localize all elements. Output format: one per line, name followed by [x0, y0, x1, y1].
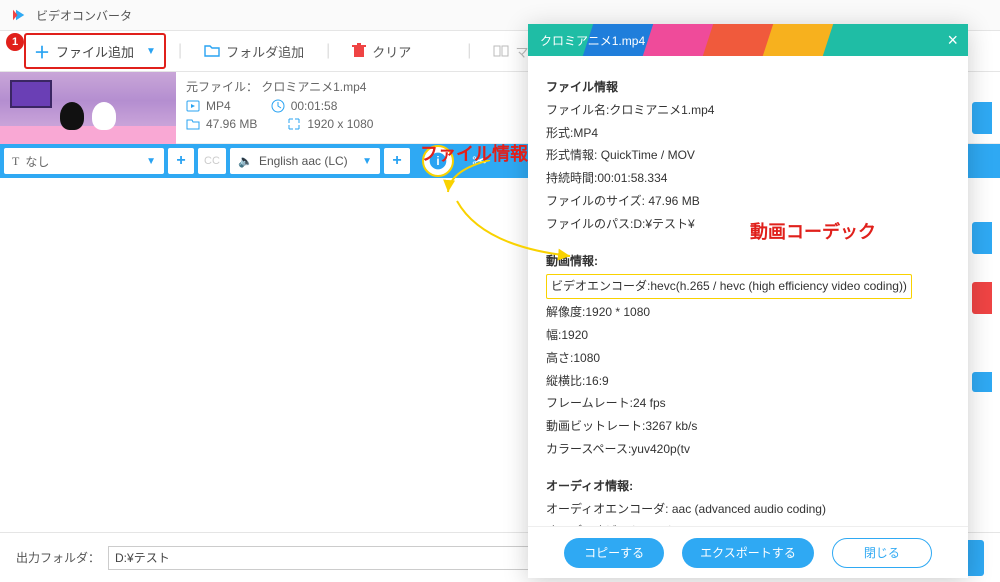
app-logo-icon	[10, 6, 28, 24]
folder-icon	[204, 43, 220, 59]
subtitle-select[interactable]: T なし ▼	[4, 148, 164, 174]
aencoder-value: aac (advanced audio coding)	[672, 502, 826, 516]
vbitrate-label: 動画ビットレート:	[546, 419, 645, 433]
panel-title: クロミアニメ1.mp4	[540, 32, 645, 49]
add-folder-label: フォルダ追加	[226, 42, 304, 61]
merge-icon	[493, 43, 509, 59]
source-file-name: クロミアニメ1.mp4	[261, 80, 366, 94]
panel-footer: コピーする エクスポートする 閉じる	[528, 526, 968, 578]
video-encoder-row: ビデオエンコーダ:hevc(h.265 / hevc (high efficie…	[546, 274, 912, 299]
clear-label: クリア	[372, 42, 411, 61]
resolution-label: 解像度:	[546, 305, 585, 319]
duration-value: 00:01:58	[291, 99, 338, 113]
width-label: 幅:	[546, 328, 561, 342]
copy-label: コピーする	[584, 544, 644, 561]
encoder-label: ビデオエンコーダ:	[551, 279, 650, 293]
side-tab[interactable]	[972, 102, 992, 134]
abitrate-label: オーディオビットレート:	[546, 524, 681, 526]
duration-value: 00:01:58.334	[597, 171, 667, 185]
fps-label: フレームレート:	[546, 396, 633, 410]
format-icon	[186, 99, 200, 113]
format-label: 形式:	[546, 126, 573, 140]
add-file-label: ファイル追加	[56, 42, 134, 61]
side-tab[interactable]	[972, 372, 992, 392]
side-tab-4k[interactable]	[972, 282, 992, 314]
filesize-label: ファイルのサイズ:	[546, 194, 645, 208]
vbitrate-value: 3267 kb/s	[645, 419, 697, 433]
add-file-button[interactable]: 1 ＋ ファイル追加 ▼	[24, 33, 166, 69]
panel-header: クロミアニメ1.mp4 ×	[528, 24, 968, 56]
clear-button[interactable]: クリア	[342, 36, 421, 67]
video-thumbnail[interactable]	[0, 72, 176, 144]
filesize-value: 47.96 MB	[648, 194, 699, 208]
output-folder-input[interactable]	[108, 546, 538, 570]
source-file-label: 元ファイル：	[186, 80, 258, 94]
app-title: ビデオコンバータ	[36, 7, 132, 24]
filepath-value: D:¥テスト¥	[633, 217, 694, 231]
audio-track-select[interactable]: 🔈 English aac (LC) ▼	[230, 148, 380, 174]
format-value: MP4	[573, 126, 598, 140]
width-value: 1920	[561, 328, 588, 342]
file-info-panel: クロミアニメ1.mp4 × ファイル情報 ファイル名:クロミアニメ1.mp4 形…	[528, 24, 968, 578]
duration-label: 持続時間:	[546, 171, 597, 185]
cc-button[interactable]: CC	[198, 148, 226, 174]
close-label: 閉じる	[864, 544, 900, 561]
add-folder-button[interactable]: フォルダ追加	[194, 36, 314, 67]
trash-icon	[352, 43, 366, 59]
size-value: 47.96 MB	[206, 117, 257, 131]
aspect-value: 16:9	[585, 374, 608, 388]
colorspace-label: カラースペース:	[546, 442, 631, 456]
plus-icon: ＋	[34, 39, 50, 63]
cut-icon[interactable]: ✂	[472, 151, 487, 172]
aspect-label: 縦横比:	[546, 374, 585, 388]
export-label: エクスポートする	[700, 544, 796, 561]
file-info-button[interactable]: i	[422, 145, 454, 177]
colorspace-value: yuv420p(tv	[631, 442, 690, 456]
svg-text:i: i	[436, 155, 439, 168]
close-button[interactable]: 閉じる	[832, 538, 932, 568]
right-side-tabs	[972, 102, 1000, 392]
abitrate-value: 127 kb/s	[684, 524, 729, 526]
aencoder-label: オーディオエンコーダ:	[546, 502, 669, 516]
video-info-header: 動画情報:	[546, 250, 950, 273]
chevron-down-icon: ▼	[362, 156, 372, 167]
add-subtitle-button[interactable]: +	[168, 148, 194, 174]
format-info-value: QuickTime / MOV	[601, 148, 695, 162]
height-value: 1080	[573, 351, 600, 365]
folder-icon	[186, 117, 200, 131]
height-label: 高さ:	[546, 351, 573, 365]
format-info-label: 形式情報:	[546, 148, 597, 162]
file-name-label: ファイル名:	[546, 103, 609, 117]
panel-body: ファイル情報 ファイル名:クロミアニメ1.mp4 形式:MP4 形式情報: Qu…	[528, 56, 968, 526]
resolution-value: 1920 x 1080	[307, 117, 373, 131]
info-icon: i	[428, 151, 448, 171]
fps-value: 24 fps	[633, 396, 666, 410]
audio-info-header: オーディオ情報:	[546, 475, 950, 498]
resolution-value-panel: 1920 * 1080	[585, 305, 650, 319]
chevron-down-icon: ▼	[146, 156, 156, 167]
encoder-value: hevc(h.265 / hevc (high efficiency video…	[650, 279, 907, 293]
add-audio-button[interactable]: +	[384, 148, 410, 174]
copy-button[interactable]: コピーする	[564, 538, 664, 568]
format-value: MP4	[206, 99, 231, 113]
step-1-badge: 1	[6, 33, 24, 51]
file-name-value: クロミアニメ1.mp4	[609, 103, 714, 117]
close-icon[interactable]: ×	[947, 30, 958, 51]
chevron-down-icon[interactable]: ▼	[146, 46, 156, 57]
file-info-header: ファイル情報	[546, 76, 950, 99]
filepath-label: ファイルのパス:	[546, 217, 633, 231]
output-folder-label: 出力フォルダ：	[16, 549, 100, 566]
subtitle-value: なし	[25, 153, 49, 170]
text-icon: T	[12, 154, 19, 169]
resolution-icon	[287, 117, 301, 131]
clock-icon	[271, 99, 285, 113]
audio-track-value: English aac (LC)	[259, 154, 348, 168]
export-button[interactable]: エクスポートする	[682, 538, 814, 568]
side-tab[interactable]	[972, 222, 992, 254]
speaker-icon: 🔈	[238, 154, 253, 168]
